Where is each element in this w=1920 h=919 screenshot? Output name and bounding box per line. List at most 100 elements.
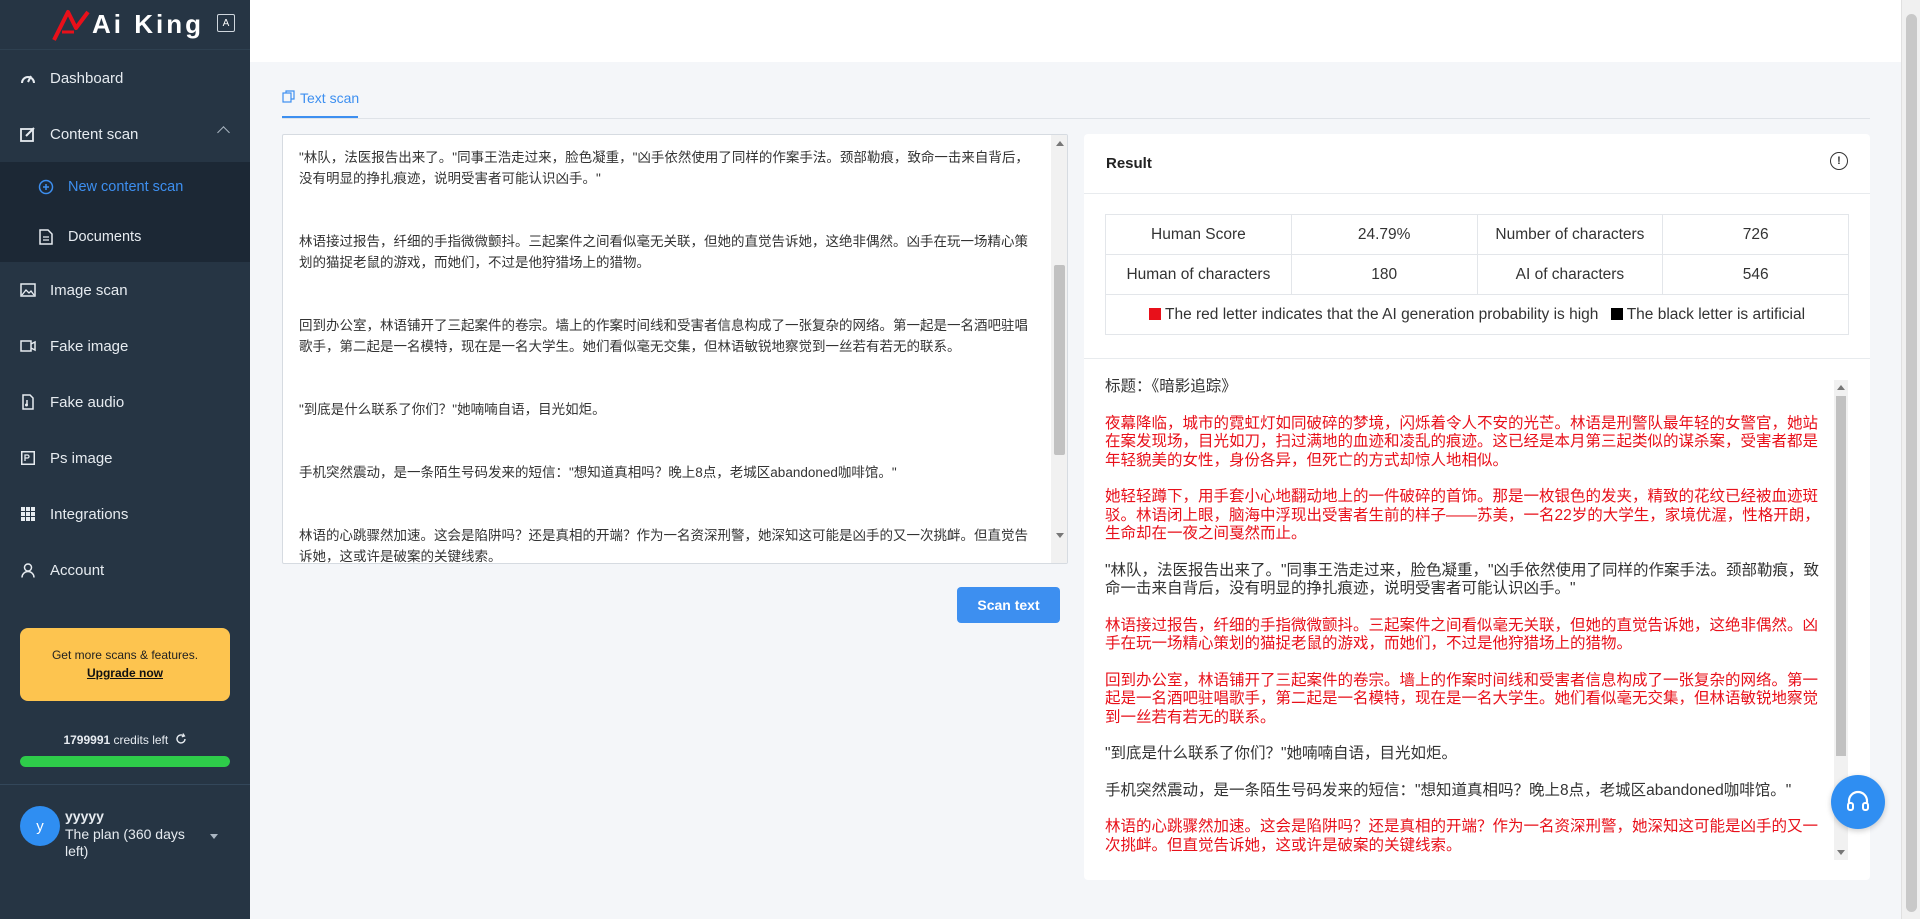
red-legend-swatch bbox=[1148, 307, 1161, 320]
text-input-content[interactable]: "林队，法医报告出来了。"同事王浩走过来，脸色凝重，"凶手依然使用了同样的作案手… bbox=[299, 147, 1039, 564]
result-panel: Result ! Human Score 24.79% Number of ch… bbox=[1084, 134, 1870, 880]
copy-icon bbox=[282, 90, 295, 106]
sidebar-item-fake-audio[interactable]: Fake audio bbox=[0, 374, 250, 430]
human-score-value: 24.79% bbox=[1290, 214, 1478, 255]
sidebar-item-documents[interactable]: Documents bbox=[0, 212, 250, 262]
sidebar-item-integrations[interactable]: Integrations bbox=[0, 486, 250, 542]
input-paragraph: 手机突然震动，是一条陌生号码发来的短信："想知道真相吗？晚上8点，老城区aban… bbox=[299, 465, 897, 480]
plus-circle-icon bbox=[38, 179, 54, 195]
result-paragraph: 标题：《暗影追踪》 bbox=[1105, 378, 1237, 395]
sidebar-item-fake-image[interactable]: Fake image bbox=[0, 318, 250, 374]
sidebar-item-new-content-scan[interactable]: New content scan bbox=[0, 162, 250, 212]
tab-text-scan[interactable]: Text scan bbox=[282, 82, 359, 119]
sidebar-item-label: New content scan bbox=[68, 179, 184, 195]
scroll-down-arrow-icon[interactable] bbox=[1837, 850, 1845, 855]
sidebar: Ai King A Dashboard Content scan New con… bbox=[0, 0, 250, 919]
sidebar-item-image-scan[interactable]: Image scan bbox=[0, 262, 250, 318]
result-text: 标题：《暗影追踪》夜幕降临，城市的霓虹灯如同破碎的梦境，闪烁着令人不安的光芒。林… bbox=[1105, 378, 1831, 858]
upgrade-link[interactable]: Upgrade now bbox=[20, 664, 230, 682]
grid-icon bbox=[20, 506, 36, 522]
credits-info: 1799991 credits left bbox=[0, 733, 250, 747]
avatar: y bbox=[20, 806, 60, 846]
input-paragraph: 回到办公室，林语铺开了三起案件的卷宗。墙上的作案时间线和受害者信息构成了一张复杂… bbox=[299, 318, 1028, 354]
audio-file-icon bbox=[20, 394, 36, 410]
sidebar-item-label: Fake image bbox=[50, 337, 129, 355]
sidebar-item-label: Integrations bbox=[50, 505, 129, 523]
scan-text-button[interactable]: Scan text bbox=[957, 587, 1060, 623]
input-paragraph: 林语接过报告，纤细的手指微微颤抖。三起案件之间看似毫无关联，但她的直觉告诉她，这… bbox=[299, 234, 1028, 270]
scroll-thumb[interactable] bbox=[1836, 396, 1846, 756]
result-paragraph: 她轻轻蹲下，用手套小心地翻动地上的一件破碎的首饰。那是一枚银色的发夹，精致的花纹… bbox=[1105, 488, 1820, 542]
sidebar-item-label: Account bbox=[50, 561, 105, 579]
credits-progress-fill bbox=[20, 756, 230, 767]
result-paragraph: "林队，法医报告出来了。"同事王浩走过来，脸色凝重，"凶手依然使用了同样的作案手… bbox=[1105, 561, 1820, 598]
tab-active-indicator bbox=[282, 116, 358, 118]
result-paragraph: "到底是什么联系了你们？"她喃喃自语，目光如炬。 bbox=[1105, 745, 1458, 762]
legend-red-text: The red letter indicates that the AI gen… bbox=[1164, 305, 1599, 323]
table-row: The red letter indicates that the AI gen… bbox=[1105, 294, 1849, 335]
scroll-thumb[interactable] bbox=[1054, 265, 1065, 455]
ai-king-logo-icon bbox=[52, 9, 90, 41]
language-toggle-button[interactable]: A bbox=[217, 14, 235, 32]
sidebar-item-label: Fake audio bbox=[50, 393, 125, 411]
credits-progress-bar bbox=[20, 756, 230, 767]
ai-chars-value: 546 bbox=[1662, 254, 1849, 295]
video-icon bbox=[20, 338, 36, 354]
sidebar-item-ps-image[interactable]: Ps image bbox=[0, 430, 250, 486]
num-chars-label: Number of characters bbox=[1476, 214, 1664, 255]
top-header bbox=[250, 0, 1901, 62]
chevron-down-icon[interactable] bbox=[210, 834, 218, 839]
support-chat-button[interactable] bbox=[1831, 775, 1885, 829]
app-root: Ai King A Dashboard Content scan New con… bbox=[0, 0, 1920, 919]
gauge-icon bbox=[20, 70, 36, 86]
chevron-up-icon bbox=[217, 126, 230, 139]
human-chars-label: Human of characters bbox=[1105, 254, 1292, 295]
input-paragraph: "到底是什么联系了你们？"她喃喃自语，目光如炬。 bbox=[299, 402, 606, 417]
credits-amount: 1799991 bbox=[63, 733, 111, 747]
sidebar-item-label: Documents bbox=[68, 229, 142, 245]
image-icon bbox=[20, 282, 36, 298]
headset-icon bbox=[1847, 790, 1869, 811]
user-profile[interactable]: y yyyyy The plan (360 days left) bbox=[20, 806, 235, 866]
result-divider bbox=[1084, 358, 1870, 359]
scroll-up-arrow-icon[interactable] bbox=[1056, 141, 1064, 146]
brand-logo[interactable]: Ai King bbox=[0, 0, 250, 50]
input-paragraph: 林语的心跳骤然加速。这会是陷阱吗？还是真相的开端？作为一名资深刑警，她深知这可能… bbox=[299, 528, 1028, 564]
user-name: yyyyy bbox=[65, 808, 104, 824]
human-score-label: Human Score bbox=[1105, 214, 1292, 255]
table-row: Human Score 24.79% Number of characters … bbox=[1105, 214, 1849, 255]
upgrade-card: Get more scans & features. Upgrade now bbox=[20, 628, 230, 701]
sidebar-item-label: Dashboard bbox=[50, 69, 124, 87]
result-paragraph: 林语接过报告，纤细的手指微微颤抖。三起案件之间看似毫无关联，但她的直觉告诉她，这… bbox=[1105, 616, 1819, 653]
ai-chars-label: AI of characters bbox=[1476, 254, 1664, 295]
sidebar-item-dashboard[interactable]: Dashboard bbox=[0, 50, 250, 106]
text-input-scrollbar[interactable] bbox=[1051, 135, 1067, 563]
credits-suffix: credits left bbox=[113, 733, 169, 747]
black-legend-swatch bbox=[1610, 307, 1623, 320]
info-icon[interactable]: ! bbox=[1830, 152, 1848, 170]
sidebar-item-account[interactable]: Account bbox=[0, 542, 250, 598]
page-scrollbar[interactable] bbox=[1901, 0, 1920, 919]
result-title: Result bbox=[1084, 134, 1870, 194]
user-plan: The plan (360 days left) bbox=[65, 826, 185, 859]
document-icon bbox=[38, 229, 54, 245]
text-input-area[interactable]: "林队，法医报告出来了。"同事王浩走过来，脸色凝重，"凶手依然使用了同样的作案手… bbox=[282, 134, 1068, 564]
page-scroll-thumb[interactable] bbox=[1906, 14, 1917, 912]
legend: The red letter indicates that the AI gen… bbox=[1105, 294, 1849, 335]
table-row: Human of characters 180 AI of characters… bbox=[1105, 254, 1849, 295]
upgrade-text: Get more scans & features. bbox=[51, 648, 199, 662]
sidebar-item-label: Image scan bbox=[50, 281, 128, 299]
content-scan-submenu: New content scan Documents bbox=[0, 162, 250, 262]
user-icon bbox=[20, 562, 36, 578]
num-chars-value: 726 bbox=[1662, 214, 1849, 255]
sidebar-item-content-scan[interactable]: Content scan bbox=[0, 106, 250, 162]
result-paragraph: 林语的心跳骤然加速。这会是陷阱吗？还是真相的开端？作为一名资深刑警，她深知这可能… bbox=[1105, 818, 1819, 854]
refresh-icon[interactable] bbox=[175, 733, 187, 745]
scroll-up-arrow-icon[interactable] bbox=[1837, 385, 1845, 390]
sidebar-item-label: Content scan bbox=[50, 125, 139, 143]
result-paragraph: 回到办公室，林语铺开了三起案件的卷宗。墙上的作案时间线和受害者信息构成了一张复杂… bbox=[1105, 671, 1819, 726]
result-paragraph: 手机突然震动，是一条陌生号码发来的短信："想知道真相吗？晚上8点，老城区aban… bbox=[1105, 781, 1792, 799]
scroll-down-arrow-icon[interactable] bbox=[1056, 533, 1064, 538]
sidebar-item-label: Ps image bbox=[50, 449, 113, 467]
result-paragraph: 夜幕降临，城市的霓虹灯如同破碎的梦境，闪烁着令人不安的光芒。林语是刑警队最年轻的… bbox=[1105, 414, 1819, 469]
